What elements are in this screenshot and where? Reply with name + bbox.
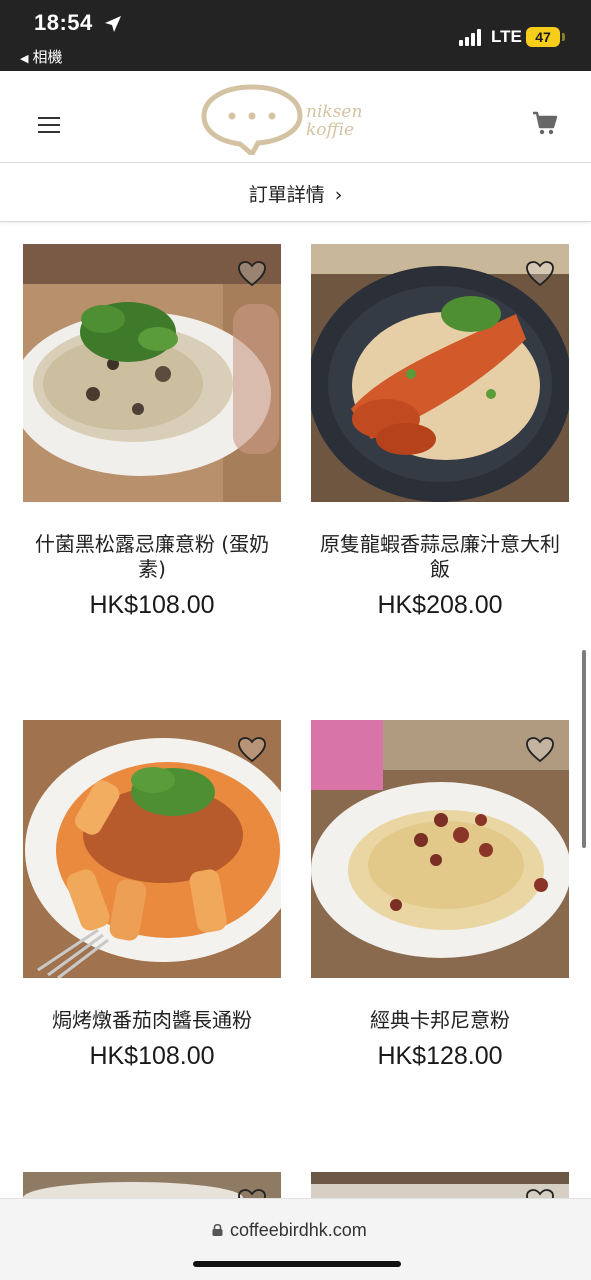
heart-outline-icon[interactable] — [237, 260, 267, 287]
product-name[interactable]: 焗烤燉番茄肉醬長通粉 — [23, 1008, 281, 1033]
product-price: HK$108.00 — [89, 1042, 215, 1070]
product-image-partial[interactable] — [311, 1172, 569, 1198]
browser-url-bar[interactable]: coffeebirdhk.com — [0, 1198, 591, 1280]
status-time: 18:54 — [34, 10, 93, 35]
order-details-link[interactable]: 訂單詳情 › — [0, 180, 591, 207]
heart-outline-icon[interactable] — [237, 1188, 267, 1198]
shopping-cart-icon[interactable] — [532, 111, 558, 135]
logo-text-line1: niksen — [306, 102, 362, 122]
product-image-baked-rigatoni[interactable] — [23, 720, 281, 978]
heart-outline-icon[interactable] — [525, 1188, 555, 1198]
back-app-label: 相機 — [32, 48, 63, 66]
order-details-bar[interactable]: 訂單詳情 › — [0, 164, 591, 222]
product-card[interactable]: 焗烤燉番茄肉醬長通粉 HK$108.00 — [23, 720, 281, 1120]
product-card[interactable] — [23, 1172, 281, 1198]
product-name[interactable]: 原隻龍蝦香蒜忌廉汁意大利飯 — [311, 532, 569, 582]
back-triangle-icon: ◀ — [20, 52, 29, 65]
site-logo[interactable]: niksen koffie — [200, 79, 390, 155]
product-card[interactable]: 原隻龍蝦香蒜忌廉汁意大利飯 HK$208.00 — [311, 244, 569, 664]
chevron-right-icon: › — [334, 184, 343, 206]
network-type: LTE — [491, 27, 522, 46]
site-header: niksen koffie — [0, 71, 591, 163]
cellular-signal-icon — [459, 29, 483, 46]
product-image-mushroom-pasta[interactable] — [23, 244, 281, 502]
lock-icon — [212, 1223, 223, 1236]
product-image-lobster-risotto[interactable] — [311, 244, 569, 502]
order-details-label: 訂單詳情 — [248, 184, 325, 206]
heart-outline-icon[interactable] — [525, 260, 555, 287]
product-image-carbonara[interactable] — [311, 720, 569, 978]
product-image-partial[interactable] — [23, 1172, 281, 1198]
battery-tip — [562, 33, 565, 41]
page-scrollbar[interactable] — [582, 650, 586, 848]
product-card[interactable] — [311, 1172, 569, 1198]
product-price: HK$208.00 — [377, 591, 503, 619]
location-arrow-icon — [105, 16, 121, 32]
product-name[interactable]: 什菌黑松露忌廉意粉 (蛋奶素) — [23, 532, 281, 582]
battery-icon: 47 — [526, 27, 560, 47]
back-to-app-link[interactable]: ◀ 相機 — [20, 46, 62, 67]
heart-outline-icon[interactable] — [525, 736, 555, 763]
status-bar: 18:54 ◀ 相機 LTE 47 — [0, 0, 591, 71]
home-indicator[interactable] — [193, 1261, 401, 1267]
product-price: HK$128.00 — [377, 1042, 503, 1070]
hamburger-menu-icon[interactable] — [38, 117, 60, 133]
product-name[interactable]: 經典卡邦尼意粉 — [311, 1008, 569, 1033]
heart-outline-icon[interactable] — [237, 736, 267, 763]
url-text[interactable]: coffeebirdhk.com — [230, 1220, 367, 1241]
product-price: HK$108.00 — [89, 591, 215, 619]
logo-text-line2: koffie — [306, 120, 354, 140]
product-card[interactable]: 經典卡邦尼意粉 HK$128.00 — [311, 720, 569, 1120]
product-card[interactable]: 什菌黑松露忌廉意粉 (蛋奶素) HK$108.00 — [23, 244, 281, 664]
